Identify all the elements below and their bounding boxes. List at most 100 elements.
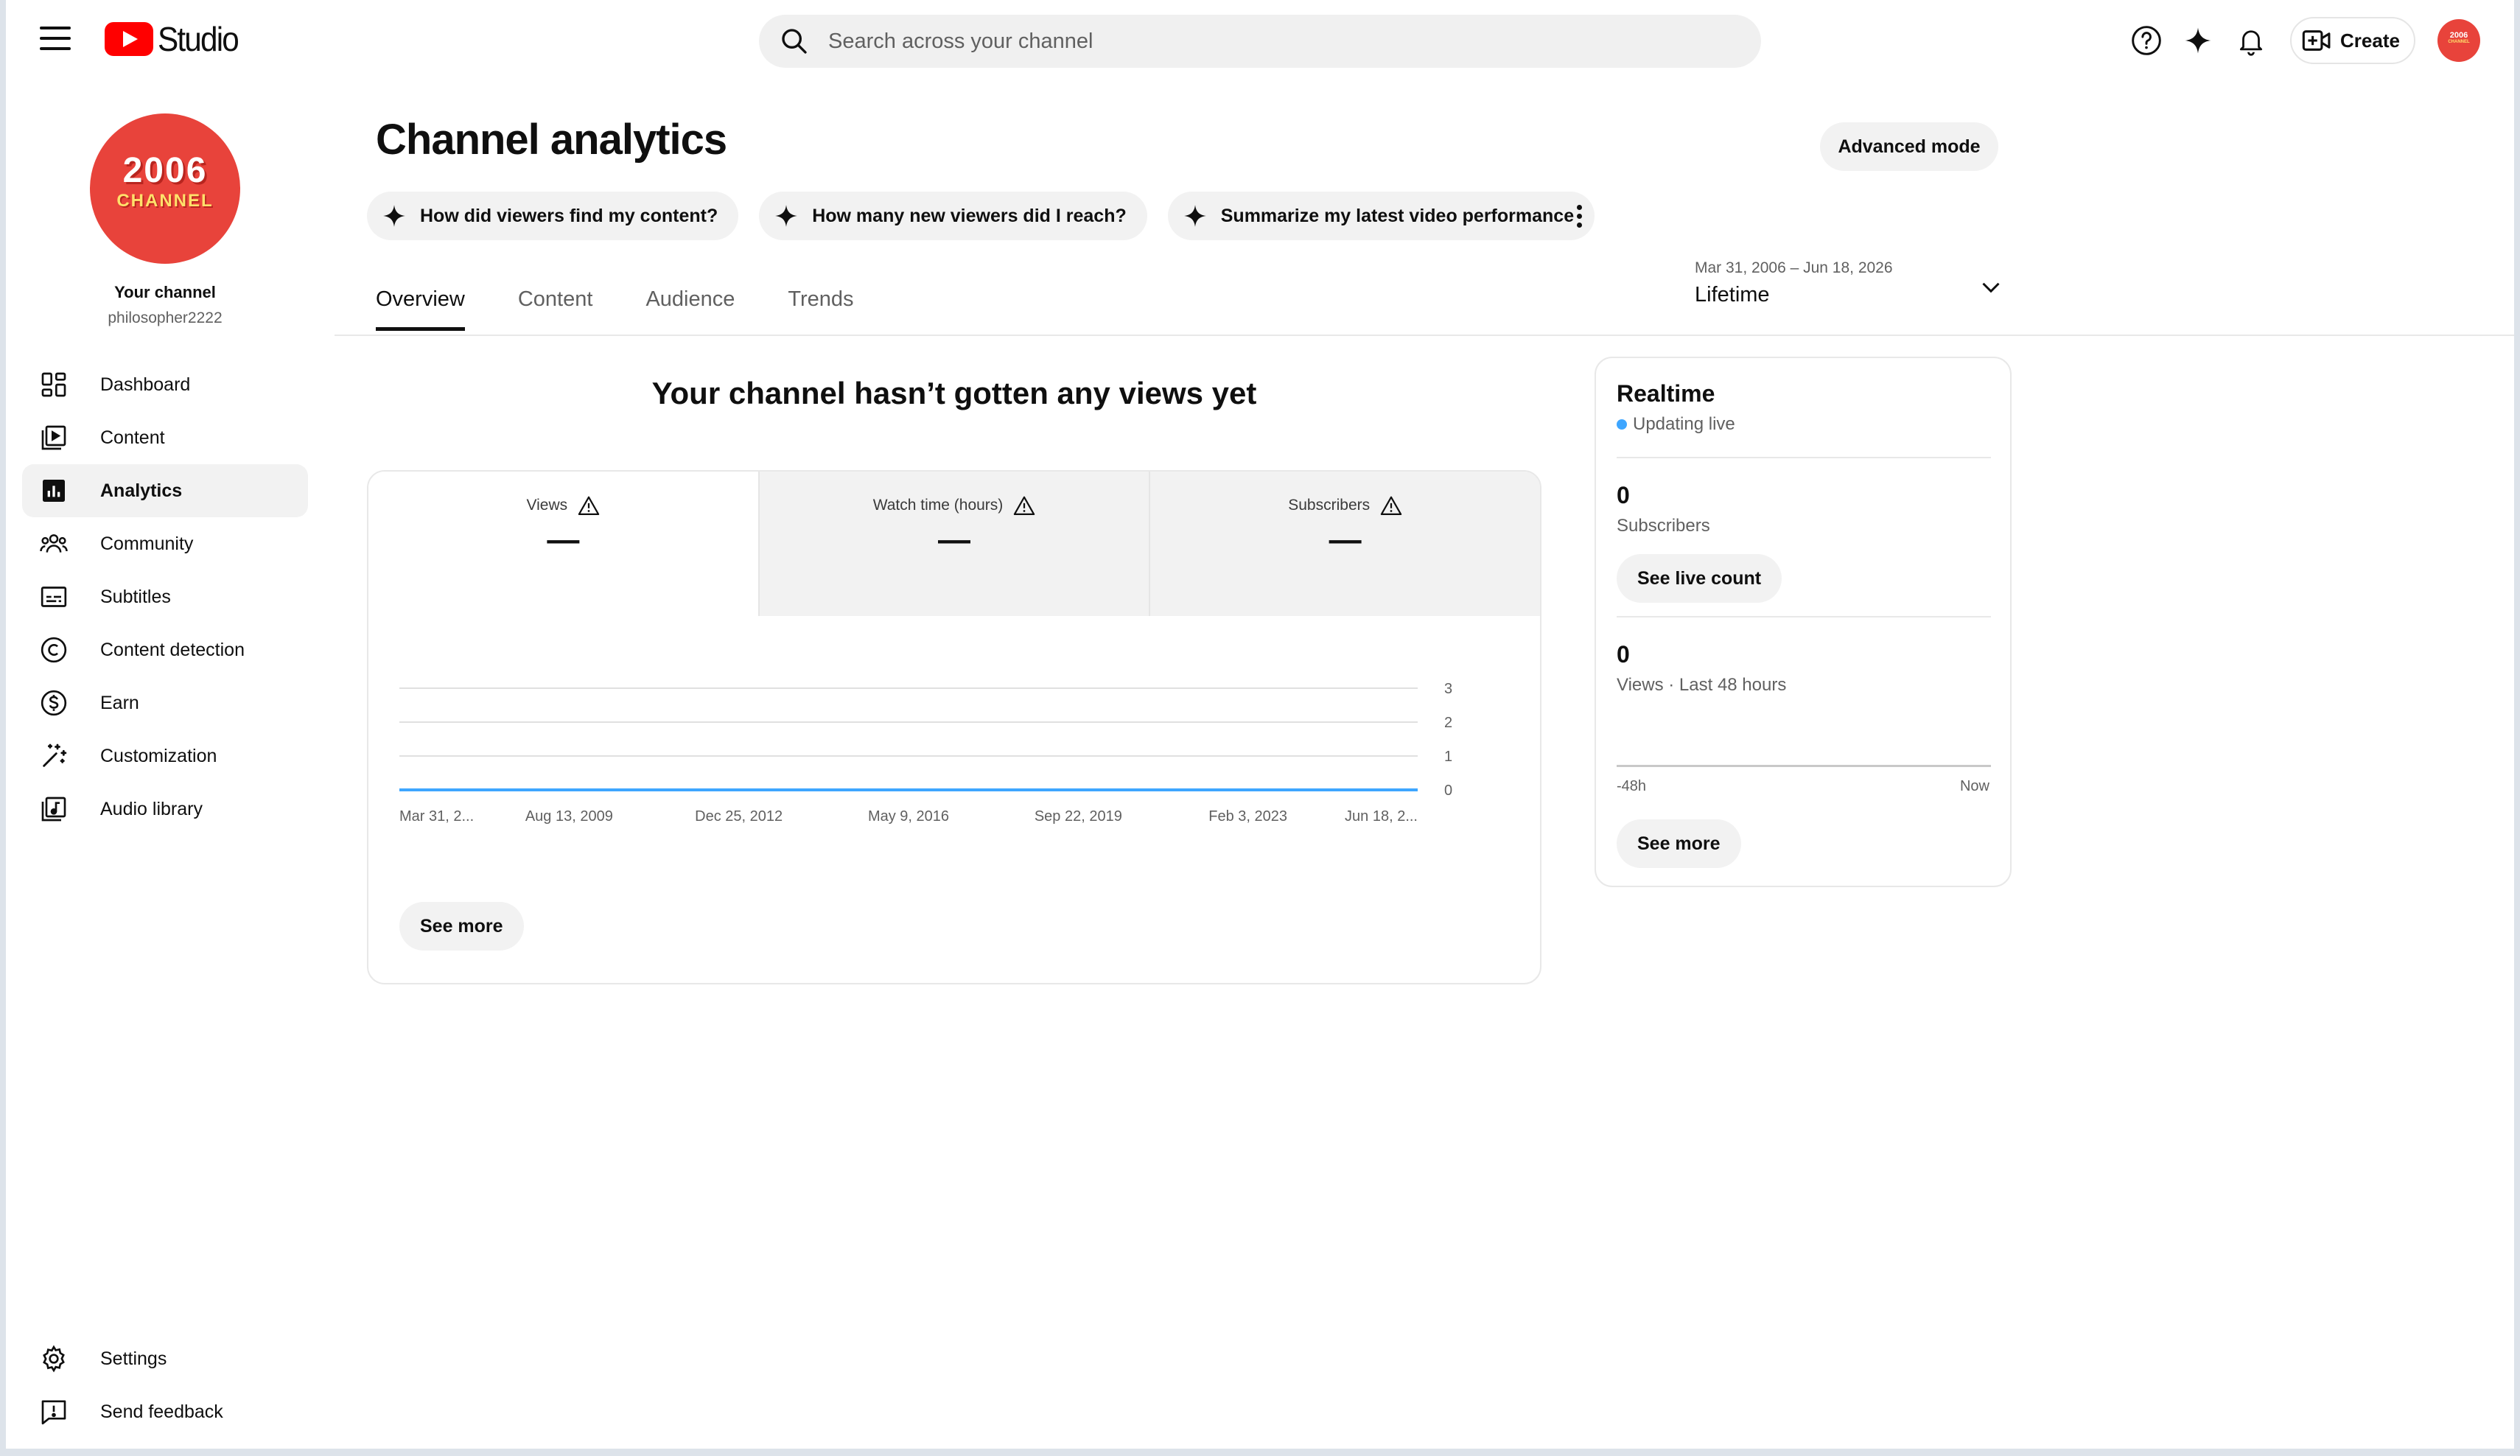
y-tick-label: 2 [1444,715,1452,731]
sidebar-item-label: Community [100,533,194,554]
suggestion-chip-summarize-video[interactable]: Summarize my latest video performance [1167,192,1595,240]
help-icon[interactable] [2128,22,2165,59]
avatar-subtext: CHANNEL [2448,40,2470,44]
account-avatar[interactable]: 2006 CHANNEL [2437,19,2480,62]
x-tick-label: May 9, 2016 [868,808,949,825]
metric-tabs: Views — Watch time (hours) — Subscribers… [368,472,1540,616]
realtime-subscribers-value: 0 [1617,482,1630,508]
search-input[interactable] [828,29,1712,54]
y-tick-label: 0 [1444,783,1452,799]
metric-tab-watch-time[interactable]: Watch time (hours) — [757,472,1149,616]
date-range-dates: Mar 31, 2006 – Jun 18, 2026 [1695,259,1893,276]
dollar-icon [37,686,71,720]
sidebar-item-earn[interactable]: Earn [22,676,308,729]
realtime-status: Updating live [1617,414,1735,435]
y-tick-label: 3 [1444,681,1452,697]
search-icon [782,29,807,54]
sparkle-icon [775,205,798,227]
warning-icon [578,496,600,515]
advanced-mode-button[interactable]: Advanced mode [1820,122,1998,171]
feedback-icon [37,1395,71,1429]
sidebar-item-send-feedback[interactable]: Send feedback [22,1385,308,1438]
sidebar-item-subtitles[interactable]: Subtitles [22,570,308,623]
sidebar-item-label: Earn [100,692,139,713]
sidebar-item-label: Settings [100,1348,167,1369]
notifications-icon[interactable] [2233,22,2269,59]
sidebar-item-label: Dashboard [100,374,191,395]
tab-trends[interactable]: Trends [788,287,853,331]
divider [1617,457,1991,458]
logo-text: Studio [158,20,239,58]
tab-content[interactable]: Content [518,287,593,331]
metric-tab-views[interactable]: Views — [368,472,758,616]
divider [1617,616,1991,617]
suggestion-chip-new-viewers[interactable]: How many new viewers did I reach? [759,192,1147,240]
chip-label: How did viewers find my content? [420,205,718,226]
realtime-see-more-button[interactable]: See more [1617,819,1741,868]
tab-overview[interactable]: Overview [376,287,465,331]
studio-logo[interactable]: Studio [105,20,245,58]
warning-icon [1014,496,1035,515]
sidebar-item-audio-library[interactable]: Audio library [22,783,308,836]
avatar-text: 2006 [2449,31,2468,40]
sidebar-item-customization[interactable]: Customization [22,729,308,783]
channel-avatar[interactable]: 2006 CHANNEL [90,113,240,264]
gear-icon [37,1342,71,1376]
date-range-picker[interactable]: Mar 31, 2006 – Jun 18, 2026 Lifetime [1695,259,2004,318]
audio-library-icon [37,792,71,826]
search-bar[interactable] [759,15,1761,68]
sidebar-item-dashboard[interactable]: Dashboard [22,358,308,411]
realtime-views-value: 0 [1617,641,1630,668]
suggestion-chip-content-discovery[interactable]: How did viewers find my content? [367,192,739,240]
x-tick-label: Dec 25, 2012 [695,808,783,825]
channel-handle: philosopher2222 [108,309,223,326]
sidebar-item-label: Content detection [100,639,245,660]
realtime-card: Realtime Updating live 0 Subscribers See… [1595,357,2012,887]
metric-label: Subscribers [1288,497,1371,514]
top-bar: Studio Create 2006 CHANNEL [0,0,2520,81]
x-tick-label: Jun 18, 2... [1345,808,1418,825]
sparkle-icon [1183,205,1206,227]
realtime-status-text: Updating live [1633,414,1735,434]
create-label: Create [2340,29,2400,52]
warning-icon [1380,496,1402,515]
see-live-count-button[interactable]: See live count [1617,554,1782,603]
x-tick-label: Aug 13, 2009 [525,808,613,825]
channel-name: Your channel [114,283,216,301]
y-tick-label: 1 [1444,749,1452,765]
realtime-subscribers-label: Subscribers [1617,516,1710,536]
views-chart-card: Views — Watch time (hours) — Subscribers… [367,470,1541,984]
copyright-icon [37,633,71,667]
sidebar-item-analytics[interactable]: Analytics [22,464,308,517]
metric-value: — [547,522,580,558]
metric-value: — [938,522,970,558]
subtitles-icon [37,580,71,614]
sidebar-item-label: Subtitles [100,586,171,607]
chip-label: Summarize my latest video performance [1220,205,1575,226]
youtube-play-icon [105,22,153,56]
sidebar-item-label: Analytics [100,480,183,501]
menu-icon[interactable] [40,27,71,53]
create-button[interactable]: Create [2290,17,2415,64]
metric-value: — [1329,522,1362,558]
sidebar-item-settings[interactable]: Settings [22,1332,308,1385]
sidebar-item-content[interactable]: Content [22,411,308,464]
sidebar-item-community[interactable]: Community [22,517,308,570]
metric-tab-subscribers[interactable]: Subscribers — [1149,472,1540,616]
sidebar-item-label: Send feedback [100,1401,223,1422]
sidebar-item-content-detection[interactable]: Content detection [22,623,308,676]
channel-avatar-year: 2006 [122,151,208,190]
x-tick-label: Mar 31, 2... [399,808,474,825]
sidebar-item-label: Audio library [100,798,203,819]
analytics-tabs: Overview Content Audience Trends [376,287,907,331]
community-icon [37,527,71,561]
chart-see-more-button[interactable]: See more [399,902,524,951]
sparkle-icon[interactable] [2180,22,2216,59]
realtime-chart-axis [1617,765,1991,767]
tab-audience[interactable]: Audience [645,287,735,331]
sidebar-nav: Dashboard Content Analytics Community Su… [22,358,308,836]
more-options-icon[interactable] [1568,199,1590,233]
channel-avatar-word: CHANNEL [116,191,214,211]
chevron-down-icon [1982,282,2000,293]
realtime-axis-start: -48h [1617,778,1647,794]
